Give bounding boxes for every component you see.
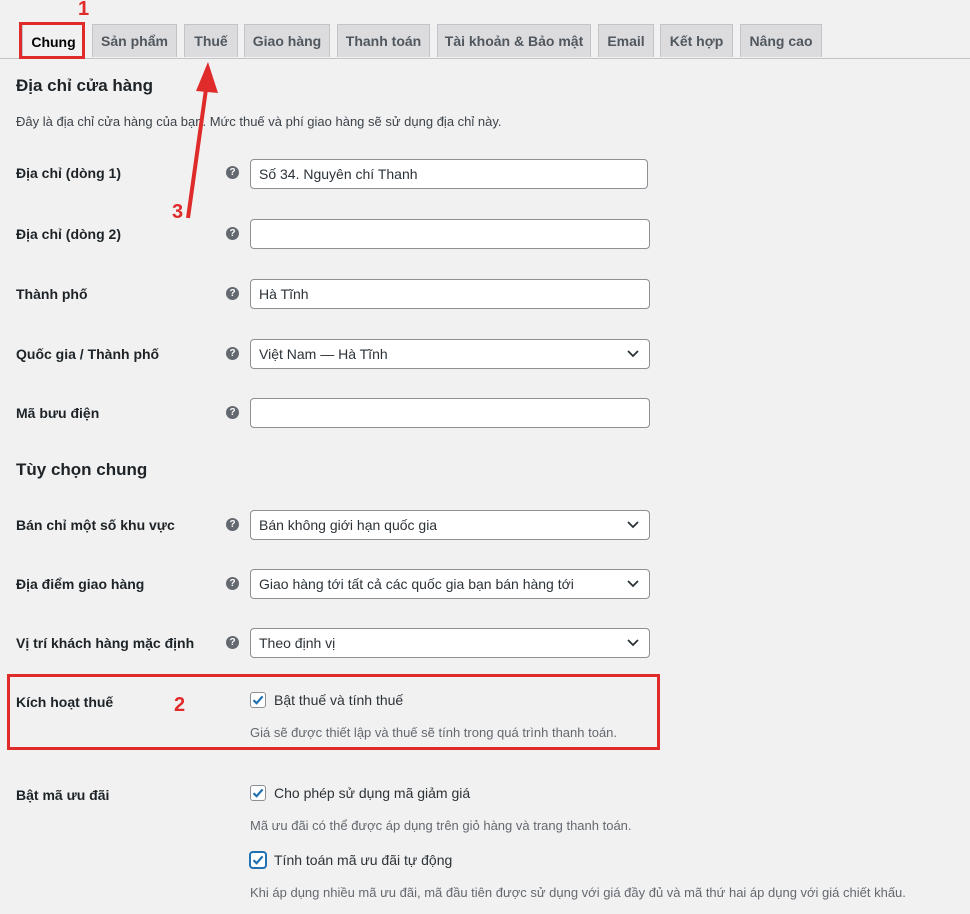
sequential-coupons-checkbox-label: Tính toán mã ưu đãi tự động: [274, 852, 453, 868]
default-customer-value: Theo định vị: [259, 635, 336, 651]
tab-thue[interactable]: Thuế: [184, 24, 238, 57]
help-icon[interactable]: ?: [226, 636, 239, 649]
help-icon[interactable]: ?: [226, 227, 239, 240]
tab-giao-hang[interactable]: Giao hàng: [244, 24, 330, 57]
annotation-arrow-icon: [186, 62, 218, 219]
shipping-location-label: Địa điểm giao hàng: [16, 576, 145, 592]
address2-input[interactable]: [250, 219, 650, 249]
address1-label: Địa chỉ (dòng 1): [16, 165, 121, 181]
store-address-heading: Địa chỉ cửa hàng: [16, 76, 154, 95]
sequential-coupons-note: Khi áp dụng nhiều mã ưu đãi, mã đầu tiên…: [250, 885, 906, 900]
tab-tai-khoan-bao-mat[interactable]: Tài khoản & Bảo mật: [437, 24, 591, 57]
shipping-location-value: Giao hàng tới tất cả các quốc gia bạn bá…: [259, 576, 574, 592]
enable-coupons-checkbox[interactable]: [250, 785, 266, 801]
coupons-label: Bật mã ưu đãi: [16, 787, 110, 803]
enable-coupons-note: Mã ưu đãi có thể được áp dụng trên giỏ h…: [250, 818, 632, 833]
sequential-coupons-checkbox[interactable]: [250, 852, 266, 868]
chevron-down-icon: [627, 636, 641, 650]
default-customer-label: Vị trí khách hàng mặc định: [16, 635, 195, 651]
chevron-down-icon: [627, 577, 641, 591]
address1-input[interactable]: [250, 159, 648, 189]
country-select-value: Việt Nam — Hà Tĩnh: [259, 346, 388, 362]
chevron-down-icon: [627, 347, 641, 361]
annotation-number-2: 2: [174, 694, 186, 716]
help-icon[interactable]: ?: [226, 406, 239, 419]
tab-thanh-toan[interactable]: Thanh toán: [337, 24, 430, 57]
tab-san-pham[interactable]: Sản phẩm: [92, 24, 177, 57]
tab-nang-cao[interactable]: Nâng cao: [740, 24, 822, 57]
general-options-heading: Tùy chọn chung: [16, 460, 148, 479]
tab-email[interactable]: Email: [598, 24, 654, 57]
help-icon[interactable]: ?: [226, 347, 239, 360]
city-label: Thành phố: [16, 286, 88, 302]
annotation-box-taxes: [7, 674, 660, 750]
help-icon[interactable]: ?: [226, 577, 239, 590]
sequential-coupons-option[interactable]: Tính toán mã ưu đãi tự động: [250, 852, 452, 868]
postcode-label: Mã bưu điện: [16, 405, 100, 421]
help-icon[interactable]: ?: [226, 518, 239, 531]
store-address-description: Đây là địa chỉ cửa hàng của bạn. Mức thu…: [16, 114, 502, 129]
settings-tabs: Chung Sản phẩm Thuế Giao hàng Thanh toán…: [0, 24, 970, 59]
shipping-location-select[interactable]: Giao hàng tới tất cả các quốc gia bạn bá…: [250, 569, 650, 599]
country-label: Quốc gia / Thành phố: [16, 346, 160, 362]
city-input[interactable]: [250, 279, 650, 309]
address2-label: Địa chỉ (dòng 2): [16, 226, 121, 242]
selling-location-select[interactable]: Bán không giới hạn quốc gia: [250, 510, 650, 540]
postcode-input[interactable]: [250, 398, 650, 428]
selling-location-value: Bán không giới hạn quốc gia: [259, 517, 438, 533]
annotation-number-1: 1: [78, 0, 90, 20]
annotation-box-tab: [19, 22, 85, 59]
help-icon[interactable]: ?: [226, 287, 239, 300]
default-customer-select[interactable]: Theo định vị: [250, 628, 650, 658]
selling-location-label: Bán chỉ một số khu vực: [16, 517, 175, 533]
enable-coupons-option[interactable]: Cho phép sử dụng mã giảm giá: [250, 785, 470, 801]
tab-ket-hop[interactable]: Kết hợp: [660, 24, 733, 57]
enable-coupons-checkbox-label: Cho phép sử dụng mã giảm giá: [274, 785, 471, 801]
country-select[interactable]: Việt Nam — Hà Tĩnh: [250, 339, 650, 369]
help-icon[interactable]: ?: [226, 166, 239, 179]
chevron-down-icon: [627, 518, 641, 532]
